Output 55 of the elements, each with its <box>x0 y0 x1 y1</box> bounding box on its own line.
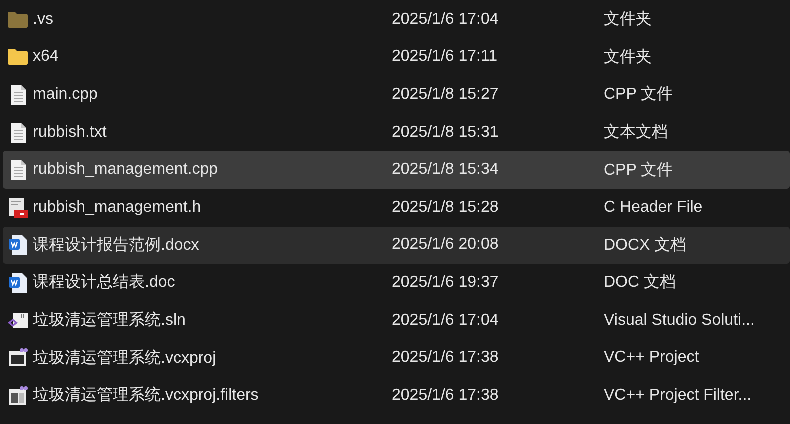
file-row[interactable]: main.cpp 2025/1/8 15:27 CPP 文件 <box>3 76 790 114</box>
file-type: 文件夹 <box>604 48 653 68</box>
modified-date: 2025/1/6 17:11 <box>392 48 499 66</box>
file-name: rubbish_management.h <box>33 198 202 217</box>
solution-file-icon <box>8 310 28 331</box>
modified-date: 2025/1/6 17:38 <box>392 349 500 368</box>
file-name: main.cpp <box>33 86 99 104</box>
document-icon <box>10 122 26 143</box>
document-icon <box>10 84 26 105</box>
filters-file-icon <box>8 386 28 406</box>
file-type: 文本文档 <box>604 122 669 144</box>
file-type: DOC 文档 <box>604 272 677 294</box>
modified-date: 2025/1/6 17:04 <box>392 312 500 330</box>
file-name: rubbish.txt <box>33 124 108 142</box>
file-type: C Header File <box>604 198 704 217</box>
file-row[interactable]: rubbish_management.h 2025/1/8 15:28 C Header File <box>3 188 790 227</box>
file-row[interactable]: rubbish.txt 2025/1/8 15:31 文本文档 <box>3 114 790 152</box>
modified-date: 2025/1/6 17:38 <box>392 386 500 405</box>
file-name: 垃圾清运管理系统.vcxproj.filters <box>33 386 260 406</box>
file-type: Visual Studio Soluti... <box>604 312 756 330</box>
file-name: 课程设计报告范例.docx <box>33 236 200 256</box>
file-name: rubbish_management.cpp <box>33 161 220 180</box>
file-name: 课程设计总结表.doc <box>33 272 176 294</box>
word-document-icon <box>9 235 27 256</box>
folder-icon <box>8 49 28 66</box>
folder-icon <box>8 12 28 28</box>
file-row[interactable]: 课程设计报告范例.docx 2025/1/6 20:08 DOCX 文档 <box>3 226 790 264</box>
file-name: 垃圾清运管理系统.sln <box>33 310 187 332</box>
modified-date: 2025/1/6 19:37 <box>392 274 500 292</box>
file-row[interactable]: 垃圾清运管理系统.sln 2025/1/6 17:04 Visual Studio Soluti... <box>3 302 790 340</box>
file-type: CPP 文件 <box>604 84 674 106</box>
file-type: 文件夹 <box>604 10 653 30</box>
modified-date: 2025/1/8 15:28 <box>392 198 500 217</box>
modified-date: 2025/1/6 17:04 <box>392 10 500 29</box>
modified-date: 2025/1/8 15:34 <box>392 161 500 180</box>
modified-date: 2025/1/8 15:27 <box>392 86 500 104</box>
file-row[interactable]: rubbish_management.cpp 2025/1/8 15:34 CPP 文件 <box>3 151 790 189</box>
modified-date: 2025/1/8 15:31 <box>392 124 500 142</box>
file-row[interactable]: x64 2025/1/6 17:11 文件夹 <box>3 38 790 76</box>
file-name: 垃圾清运管理系统.vcxproj <box>33 348 218 369</box>
modified-date: 2025/1/6 20:08 <box>392 236 500 254</box>
word-document-icon <box>9 272 27 293</box>
file-row[interactable]: 垃圾清运管理系统.vcxproj 2025/1/6 17:38 VC++ Project <box>3 339 790 377</box>
header-file-icon <box>8 198 28 218</box>
file-type: DOCX 文档 <box>604 236 688 256</box>
file-row[interactable]: .vs 2025/1/6 17:04 文件夹 <box>3 1 790 39</box>
file-row[interactable]: 垃圾清运管理系统.vcxproj.filters 2025/1/6 17:38 VC++ Project Filter... <box>3 376 790 415</box>
file-row[interactable]: 课程设计总结表.doc 2025/1/6 19:37 DOC 文档 <box>3 264 790 302</box>
project-file-icon <box>8 348 28 368</box>
file-name: .vs <box>33 10 54 29</box>
file-type: CPP 文件 <box>604 160 674 181</box>
file-name: x64 <box>33 48 60 66</box>
document-icon <box>10 160 26 180</box>
file-type: VC++ Project Filter... <box>604 386 753 405</box>
file-type: VC++ Project <box>604 349 700 368</box>
